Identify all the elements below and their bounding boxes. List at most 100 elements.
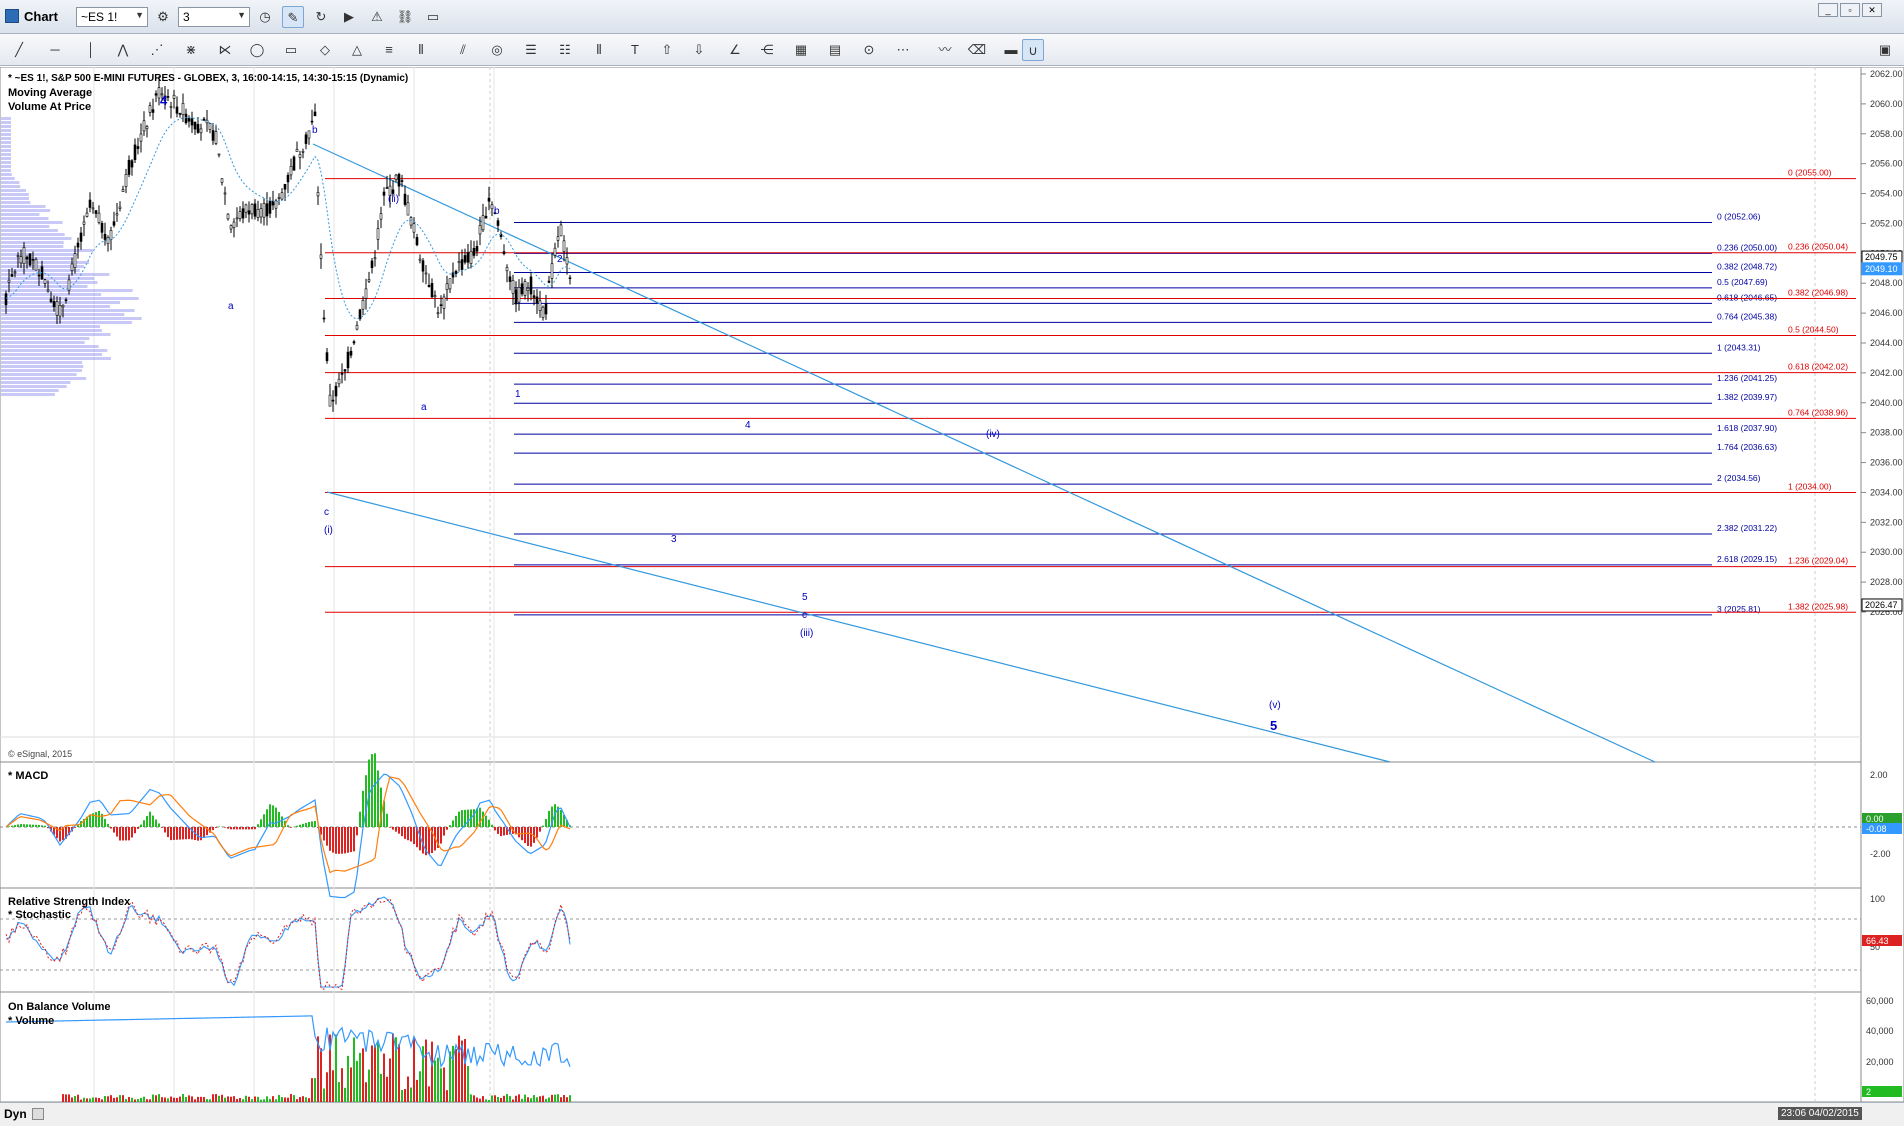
vap-bar [1, 345, 99, 348]
line-tool-icon[interactable]: ╱ [8, 39, 30, 61]
candle-body [224, 193, 226, 194]
vap-bar [1, 233, 65, 236]
close-icon[interactable]: ✕ [1862, 3, 1882, 17]
interval-combo[interactable]: 3 ▼ [178, 7, 250, 27]
comment-icon[interactable]: ▭ [422, 6, 444, 28]
volume-bar [383, 1054, 385, 1102]
candle-body [380, 214, 382, 219]
macd-histogram-bar [377, 770, 379, 827]
wave-label: (iii) [800, 628, 813, 639]
volume-bar [122, 1095, 124, 1102]
candle-body [65, 300, 67, 301]
arrow-up-icon[interactable]: ⇧ [656, 39, 678, 61]
mob-icon[interactable]: ▤ [824, 39, 846, 61]
refresh-icon[interactable]: ↻ [310, 6, 332, 28]
volume-bar [563, 1095, 565, 1102]
angle-icon[interactable]: ∠ [724, 39, 746, 61]
rectangle-icon[interactable]: ▭ [280, 39, 302, 61]
alert-icon[interactable]: ⚠ [366, 6, 388, 28]
candle-body [95, 211, 97, 214]
clock-icon[interactable]: ◷ [254, 6, 276, 28]
regression-icon[interactable]: ⫽ [452, 39, 474, 61]
vap-bar [1, 145, 11, 148]
dyn-mode-label[interactable]: Dyn [4, 1107, 27, 1121]
interval-settings-icon[interactable]: ⚙ [152, 6, 174, 28]
volume-bar [401, 1090, 403, 1102]
speed-lines-icon[interactable]: ⋉ [214, 39, 236, 61]
wave-tool-icon[interactable]: 〰 [934, 39, 956, 61]
macd-histogram-bar [173, 827, 175, 840]
pencil-icon[interactable]: ✎ [282, 6, 304, 28]
vap-bar [1, 369, 82, 372]
volume-bar [443, 1068, 445, 1102]
candle-body [323, 318, 325, 319]
horizontal-line-icon[interactable]: ─ [44, 39, 66, 61]
panel-toggle-icon[interactable]: ▣ [1874, 39, 1896, 61]
volume-bar [569, 1095, 571, 1102]
volume-bar [404, 1089, 406, 1102]
candle-body [536, 297, 538, 303]
fib-extension-icon[interactable]: ☷ [554, 39, 576, 61]
cycles-icon[interactable]: ⫴ [410, 39, 432, 61]
price-panel[interactable] [0, 67, 1861, 762]
macd-histogram-bar [146, 816, 148, 827]
eraser-icon[interactable]: ⌫ [966, 39, 988, 61]
time-zones-icon[interactable]: ⦀ [588, 39, 610, 61]
macd-histogram-bar [248, 827, 250, 829]
obv-panel[interactable] [0, 992, 1861, 1102]
volume-bar [449, 1051, 451, 1102]
pti-icon[interactable]: ⋯ [892, 39, 914, 61]
volume-bar [554, 1095, 556, 1102]
volume-bar [428, 1086, 430, 1102]
channel-icon[interactable]: ≡ [378, 39, 400, 61]
candle-body [11, 275, 13, 277]
volume-bar [320, 1048, 322, 1102]
fib-retracement-icon[interactable]: ☰ [520, 39, 542, 61]
candle-body [383, 192, 385, 195]
chat-icon[interactable]: ▬ [1000, 39, 1022, 61]
candle-body [401, 181, 403, 182]
grid-icon[interactable]: ▦ [790, 39, 812, 61]
macd-histogram-bar [224, 827, 226, 828]
candle-body [485, 216, 487, 218]
text-tool-icon[interactable]: T [624, 39, 646, 61]
candle-body [251, 204, 253, 213]
candle-body [245, 205, 247, 212]
candle-body [287, 175, 289, 182]
vap-bar [1, 253, 79, 256]
macd-histogram-bar [314, 821, 316, 827]
chart-area[interactable]: 0 (2052.06)0.236 (2050.00)0.382 (2048.72… [0, 67, 1904, 1126]
symbol-combo[interactable]: ~ES 1! ▼ [76, 7, 148, 27]
macd-histogram-bar [302, 824, 304, 827]
target-icon[interactable]: ◎ [486, 39, 508, 61]
chart-app-icon [5, 9, 19, 23]
candle-body [524, 282, 526, 296]
vap-bar [1, 341, 85, 344]
macd-histogram-bar [518, 827, 520, 837]
volume-bar [68, 1094, 70, 1102]
diamond-icon[interactable]: ◇ [314, 39, 336, 61]
elliott-wave-icon[interactable]: ⋀ [112, 39, 134, 61]
gann-icon[interactable]: ⋇ [180, 39, 202, 61]
candle-body [458, 262, 460, 263]
scroll-left-icon[interactable] [32, 1108, 44, 1120]
chart-svg[interactable]: 0 (2052.06)0.236 (2050.00)0.382 (2048.72… [0, 67, 1904, 1126]
fib-fan-icon[interactable]: ⋰ [146, 39, 168, 61]
play-icon[interactable]: ▶ [338, 6, 360, 28]
counter-icon[interactable]: ⊙ [858, 39, 880, 61]
volume-bar [344, 1088, 346, 1102]
link-icon[interactable]: ⛓ [394, 6, 416, 28]
minimize-icon[interactable]: _ [1818, 3, 1838, 17]
triangle-icon[interactable]: △ [346, 39, 368, 61]
pitchfork-icon[interactable]: ⋲ [756, 39, 778, 61]
vertical-line-icon[interactable]: │ [80, 39, 102, 61]
arrow-down-icon[interactable]: ⇩ [688, 39, 710, 61]
candle-body [374, 258, 376, 259]
vap-bar [1, 165, 11, 168]
vap-bar [1, 121, 11, 124]
ellipse-icon[interactable]: ◯ [246, 39, 268, 61]
restore-icon[interactable]: ▫ [1840, 3, 1860, 17]
magnet-icon[interactable]: ∪ [1022, 39, 1044, 61]
macd-histogram-bar [158, 823, 160, 827]
vap-bar [1, 297, 139, 300]
